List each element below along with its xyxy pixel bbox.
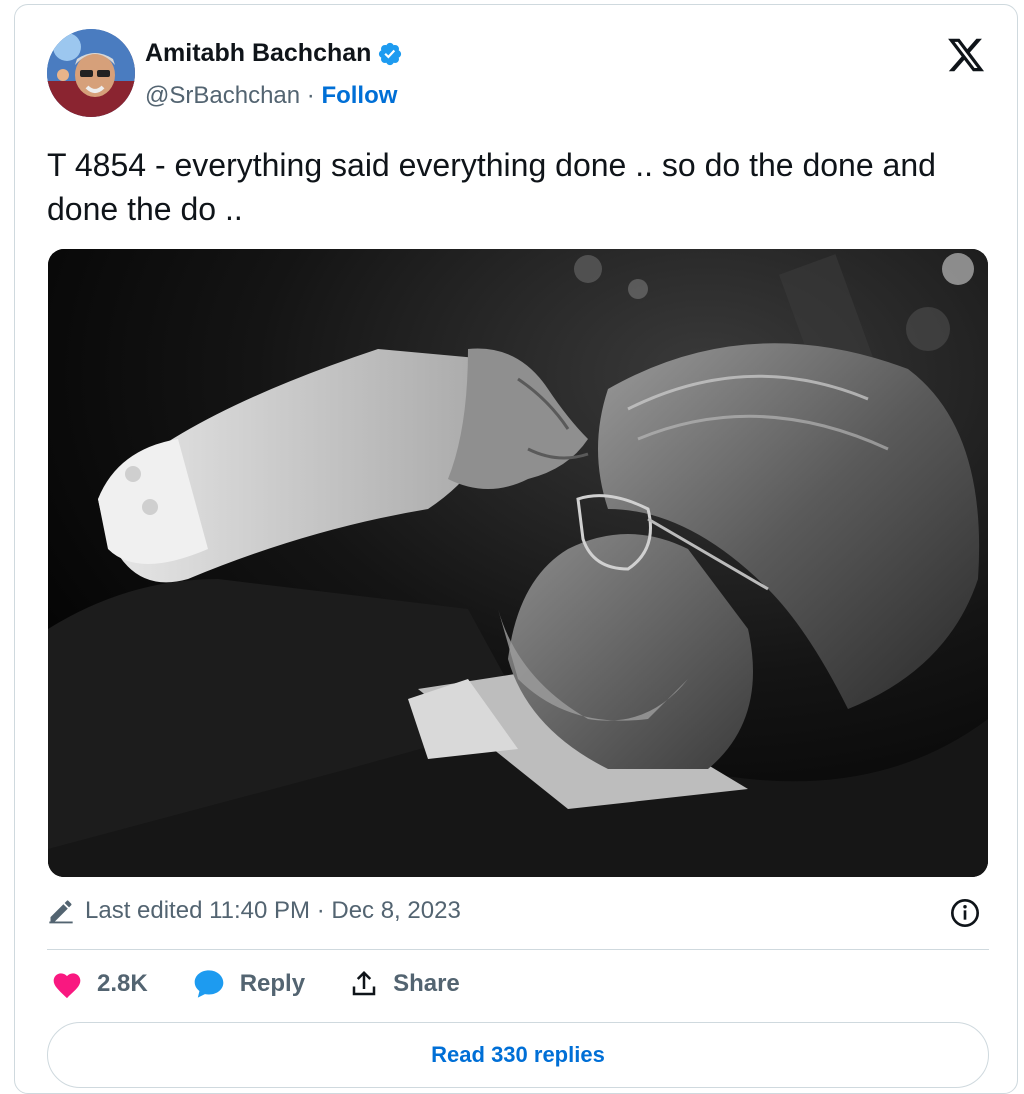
reply-button[interactable]: Reply — [192, 969, 305, 999]
share-button[interactable]: Share — [349, 969, 460, 999]
follow-button[interactable]: Follow — [321, 82, 397, 109]
divider — [47, 949, 989, 950]
avatar-image — [47, 29, 135, 117]
tweet-photo[interactable] — [48, 249, 988, 877]
tweet-card: Amitabh Bachchan @SrBachchan · Follow T … — [14, 4, 1018, 1094]
share-label: Share — [393, 970, 460, 997]
reply-label: Reply — [239, 970, 306, 997]
like-button[interactable]: 2.8K — [51, 969, 148, 999]
author-name-row[interactable]: Amitabh Bachchan — [145, 39, 403, 68]
author-avatar[interactable] — [47, 29, 135, 117]
edit-meta[interactable]: Last edited 11:40 PM · Dec 8, 2023 — [47, 897, 461, 925]
tweet-text: T 4854 - everything said everything done… — [47, 147, 936, 227]
read-replies-button[interactable]: Read 330 replies — [47, 1022, 989, 1088]
author-handle-row: @SrBachchan · Follow — [145, 82, 397, 110]
pencil-icon — [49, 900, 73, 924]
info-icon[interactable] — [949, 897, 981, 929]
separator-dot: · — [300, 82, 322, 109]
verified-badge-icon — [379, 42, 402, 65]
speech-bubble-icon — [194, 970, 224, 998]
action-bar: 2.8K Reply Share — [51, 969, 504, 999]
share-upload-icon — [352, 970, 376, 996]
edited-timestamp[interactable]: Last edited 11:40 PM · Dec 8, 2023 — [85, 897, 461, 925]
heart-icon — [53, 973, 81, 999]
tweet-photo-image — [48, 249, 988, 877]
author-name[interactable]: Amitabh Bachchan — [145, 39, 371, 68]
like-count: 2.8K — [97, 970, 148, 997]
x-logo-icon[interactable] — [945, 35, 987, 75]
author-handle[interactable]: @SrBachchan — [145, 82, 300, 109]
